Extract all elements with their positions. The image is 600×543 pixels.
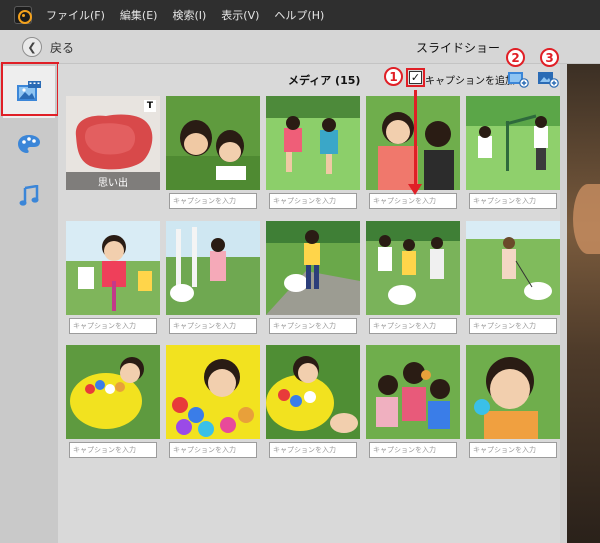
add-slide-icon [538, 72, 559, 88]
add-media-button[interactable] [507, 70, 529, 88]
media-thumb-12[interactable] [166, 345, 260, 439]
sidebar [0, 64, 58, 543]
sidebar-item-theme[interactable] [3, 118, 55, 170]
caption-input-6[interactable] [69, 318, 157, 334]
photo-kids-with-dog [366, 221, 460, 315]
menu-view[interactable]: 表示(V) [221, 7, 259, 23]
back-label: 戻る [50, 40, 75, 55]
caption-input-4[interactable] [369, 193, 457, 209]
photo-girls-smiling [366, 96, 460, 190]
callout-3: 3 [540, 48, 559, 67]
caption-input-9[interactable] [369, 318, 457, 334]
palette-icon [18, 135, 40, 153]
callout-1: 1 [384, 67, 403, 86]
photo-ball-pool-1 [66, 345, 160, 439]
media-thumb-10[interactable] [466, 221, 560, 315]
menu-edit[interactable]: 編集(E) [120, 7, 158, 23]
photo-girls-park [266, 96, 360, 190]
caption-input-15[interactable] [469, 442, 557, 458]
media-thumb-7[interactable] [166, 221, 260, 315]
media-thumb-15[interactable] [466, 345, 560, 439]
photo-girl-walking-dog [466, 221, 560, 315]
media-thumb-5[interactable] [466, 96, 560, 190]
menu-help[interactable]: ヘルプ(H) [274, 7, 324, 23]
menu-bar: ファイル(F) 編集(E) 検索(I) 表示(V) ヘルプ(H) [0, 0, 600, 30]
caption-input-8[interactable] [269, 318, 357, 334]
photo-kids-scooter [66, 221, 160, 315]
chevron-left-icon: ❮ [22, 37, 42, 57]
caption-input-5[interactable] [469, 193, 557, 209]
media-tab-highlight [1, 62, 59, 116]
caption-input-11[interactable] [69, 442, 157, 458]
caption-input-7[interactable] [169, 318, 257, 334]
caption-input-14[interactable] [369, 442, 457, 458]
menu-find[interactable]: 検索(I) [172, 7, 206, 23]
page-title: スライドショー [416, 41, 501, 55]
app-logo-icon [14, 6, 32, 24]
sidebar-item-music[interactable] [3, 170, 55, 222]
media-thumb-2[interactable] [166, 96, 260, 190]
menu-file[interactable]: ファイル(F) [46, 7, 105, 23]
media-count-title: メディア (15) [288, 74, 361, 87]
photo-kids-on-grass [166, 96, 260, 190]
annotation-arrow-line [414, 90, 417, 186]
back-button[interactable]: ❮ 戻る [22, 36, 74, 58]
photo-boy-dog-path [266, 221, 360, 315]
media-thumb-9[interactable] [366, 221, 460, 315]
caption-input-10[interactable] [469, 318, 557, 334]
checkbox-highlight [406, 68, 425, 87]
media-thumb-13[interactable] [266, 345, 360, 439]
media-thumb-6[interactable] [66, 221, 160, 315]
media-thumb-4[interactable] [366, 96, 460, 190]
callout-2: 2 [506, 48, 525, 67]
media-thumb-14[interactable] [366, 345, 460, 439]
caption-input-3[interactable] [269, 193, 357, 209]
photo-boy-lollipop [466, 345, 560, 439]
photo-ball-pool-2 [166, 345, 260, 439]
title-slide-label: 思い出 [66, 172, 160, 190]
scrollbar[interactable] [560, 64, 567, 543]
add-text-slide-button[interactable] [537, 70, 559, 88]
media-thumb-8[interactable] [266, 221, 360, 315]
annotation-arrow-head [408, 184, 422, 195]
media-thumb-11[interactable] [66, 345, 160, 439]
media-thumb-title-slide[interactable]: T 思い出 [66, 96, 160, 190]
caption-input-12[interactable] [169, 442, 257, 458]
media-thumb-3[interactable] [266, 96, 360, 190]
add-caption-label: キャプションを追加 [425, 76, 515, 87]
add-photo-icon [508, 72, 529, 88]
caption-input-13[interactable] [269, 442, 357, 458]
photo-kids-lollipops [366, 345, 460, 439]
caption-input-2[interactable] [169, 193, 257, 209]
photo-girls-playground [466, 96, 560, 190]
music-note-icon [19, 185, 39, 206]
photo-girl-dog [166, 221, 260, 315]
preview-image [567, 64, 600, 543]
title-badge: T [144, 100, 156, 112]
photo-ball-pool-3 [266, 345, 360, 439]
